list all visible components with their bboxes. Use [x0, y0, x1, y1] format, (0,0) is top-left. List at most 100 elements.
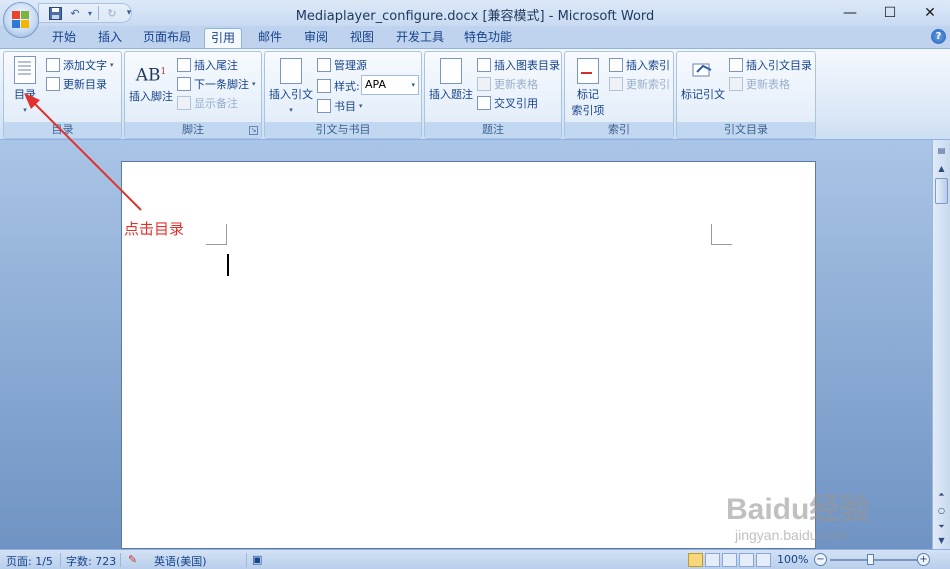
- text-cursor: [227, 254, 229, 276]
- zoom-in-icon[interactable]: +: [917, 553, 930, 566]
- add-text-button[interactable]: 添加文字 ▾: [46, 57, 114, 73]
- insert-citation-icon: [280, 58, 302, 84]
- insert-footnote-button[interactable]: AB1 插入脚注: [127, 58, 175, 104]
- office-button[interactable]: [3, 2, 39, 38]
- insert-endnote-label: 插入尾注: [194, 59, 238, 72]
- update-index-icon: [609, 77, 623, 91]
- update-table-button[interactable]: 更新表格: [477, 76, 538, 92]
- scroll-down-icon[interactable]: ▼: [935, 534, 948, 547]
- insert-index-icon: [609, 58, 623, 72]
- insert-citation-dropdown-icon[interactable]: ▾: [289, 106, 293, 114]
- show-notes-icon: [177, 96, 191, 110]
- toc-button[interactable]: 目录 ▾: [10, 56, 40, 115]
- style-icon: [317, 79, 331, 93]
- office-logo-icon: [12, 11, 30, 29]
- tab-developer[interactable]: 开发工具: [392, 28, 448, 48]
- mark-entry-button[interactable]: 标记 索引项: [567, 58, 609, 118]
- full-screen-reading-view-icon[interactable]: [705, 553, 720, 567]
- update-index-button[interactable]: 更新索引: [609, 76, 670, 92]
- show-notes-button[interactable]: 显示备注: [177, 95, 238, 111]
- insert-toa-icon: [729, 58, 743, 72]
- vertical-scrollbar[interactable]: ▤ ▲ ⏶ ○ ⏷ ▼: [932, 140, 950, 549]
- cross-reference-label: 交叉引用: [494, 97, 538, 110]
- tab-special-features[interactable]: 特色功能: [460, 28, 516, 48]
- status-language[interactable]: 英语(美国): [154, 553, 207, 569]
- tab-page-layout[interactable]: 页面布局: [140, 28, 194, 48]
- bibliography-button[interactable]: 书目 ▾: [317, 98, 363, 114]
- tab-home[interactable]: 开始: [48, 28, 80, 48]
- group-footnotes: AB1 插入脚注 插入尾注 下一条脚注 ▾ 显示备注 脚注 ↘: [124, 51, 262, 139]
- insert-caption-button[interactable]: 插入题注: [427, 58, 475, 102]
- scrollbar-thumb[interactable]: [935, 178, 948, 204]
- cross-reference-button[interactable]: 交叉引用: [477, 95, 538, 111]
- maximize-button[interactable]: ☐: [870, 0, 910, 26]
- insert-endnote-button[interactable]: 插入尾注: [177, 57, 238, 73]
- insert-table-of-figures-label: 插入图表目录: [494, 59, 560, 72]
- mark-entry-label-line1: 标记: [577, 88, 599, 101]
- group-toc: 目录 ▾ 添加文字 ▾ 更新目录 目录: [3, 51, 122, 139]
- next-footnote-button[interactable]: 下一条脚注 ▾: [177, 76, 256, 92]
- select-browse-object-icon[interactable]: ○: [935, 504, 948, 517]
- insert-toa-label: 插入引文目录: [746, 59, 812, 72]
- update-toa-button[interactable]: 更新表格: [729, 76, 790, 92]
- zoom-slider-track[interactable]: [830, 559, 918, 561]
- ruler-toggle-icon[interactable]: ▤: [935, 144, 948, 157]
- tab-mailings[interactable]: 邮件: [254, 28, 286, 48]
- margin-corner-top-left: [206, 224, 227, 245]
- mark-citation-icon: [691, 58, 715, 84]
- update-toc-button[interactable]: 更新目录: [46, 76, 107, 92]
- macro-record-icon[interactable]: ▣: [252, 553, 262, 566]
- footnotes-dialog-launcher-icon[interactable]: ↘: [249, 126, 258, 135]
- mark-citation-label: 标记引文: [681, 88, 725, 101]
- margin-corner-top-right: [711, 224, 732, 245]
- tab-review[interactable]: 审阅: [300, 28, 332, 48]
- insert-citation-button[interactable]: 插入引文 ▾: [267, 58, 315, 115]
- zoom-out-icon[interactable]: −: [814, 553, 827, 566]
- manage-sources-button[interactable]: 管理源: [317, 57, 367, 73]
- web-layout-view-icon[interactable]: [722, 553, 737, 567]
- insert-table-of-figures-button[interactable]: 插入图表目录: [477, 57, 560, 73]
- minimize-button[interactable]: —: [830, 0, 870, 26]
- status-bar: 页面: 1/5 字数: 723 ✎ 英语(美国) ▣ 100% − +: [0, 549, 950, 569]
- mark-citation-button[interactable]: 标记引文: [679, 58, 727, 102]
- update-index-label: 更新索引: [626, 78, 670, 91]
- group-index-label: 索引: [565, 122, 673, 138]
- insert-index-button[interactable]: 插入索引: [609, 57, 670, 73]
- group-citations-label: 引文与书目: [265, 122, 421, 138]
- style-select[interactable]: APA ▾: [361, 75, 419, 95]
- ribbon-tabs: 开始 插入 页面布局 引用 邮件 审阅 视图 开发工具 特色功能: [0, 26, 950, 48]
- insert-toa-button[interactable]: 插入引文目录: [729, 57, 812, 73]
- scroll-up-icon[interactable]: ▲: [935, 162, 948, 175]
- status-page[interactable]: 页面: 1/5: [6, 553, 53, 569]
- add-text-icon: [46, 58, 60, 72]
- add-text-label: 添加文字: [63, 59, 107, 72]
- tab-references[interactable]: 引用: [204, 28, 242, 48]
- mark-entry-label-line2: 索引项: [571, 104, 605, 117]
- separator: [120, 553, 121, 567]
- zoom-slider-thumb[interactable]: [867, 554, 874, 565]
- draft-view-icon[interactable]: [756, 553, 771, 567]
- tab-view[interactable]: 视图: [346, 28, 378, 48]
- proofing-icon[interactable]: ✎: [128, 553, 137, 566]
- group-footnotes-label: 脚注: [125, 122, 261, 138]
- toc-dropdown-icon[interactable]: ▾: [23, 106, 27, 114]
- help-icon[interactable]: ?: [931, 29, 946, 44]
- outline-view-icon[interactable]: [739, 553, 754, 567]
- window-title: Mediaplayer_configure.docx [兼容模式] - Micr…: [295, 9, 655, 24]
- manage-sources-label: 管理源: [334, 59, 367, 72]
- group-toc-label: 目录: [4, 122, 121, 138]
- style-label-group: 样式:: [317, 78, 360, 94]
- document-page[interactable]: [121, 161, 816, 549]
- next-footnote-icon: [177, 77, 191, 91]
- zoom-level[interactable]: 100%: [777, 553, 808, 566]
- close-button[interactable]: ✕: [910, 0, 950, 26]
- print-layout-view-icon[interactable]: [688, 553, 703, 567]
- status-word-count[interactable]: 字数: 723: [66, 553, 116, 569]
- tab-insert[interactable]: 插入: [94, 28, 126, 48]
- update-table-icon: [477, 77, 491, 91]
- style-label: 样式:: [334, 80, 360, 93]
- next-page-icon[interactable]: ⏷: [935, 520, 948, 533]
- update-table-label: 更新表格: [494, 78, 538, 91]
- previous-page-icon[interactable]: ⏶: [935, 488, 948, 501]
- window-controls: — ☐ ✕: [830, 0, 950, 26]
